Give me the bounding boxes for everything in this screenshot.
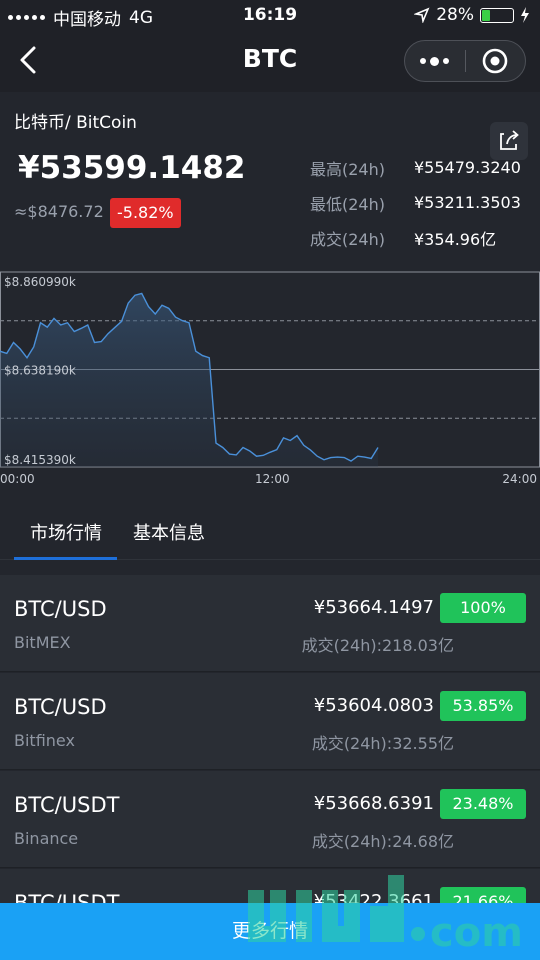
market-price: ¥53668.6391 [313, 793, 434, 814]
stat-label: 最低(24h) [310, 194, 385, 214]
stat-label: 成交(24h) [310, 229, 385, 249]
market-exchange: Binance [14, 829, 79, 848]
price-cny: ¥53599.1482 [18, 150, 246, 186]
stat-value: ¥53211.3503 [414, 193, 521, 212]
more-markets-button[interactable]: 更多行情 [0, 903, 540, 960]
tab-market[interactable]: 市场行情 [30, 519, 102, 545]
market-exchange: Bitfinex [14, 731, 75, 750]
stat-row: 最高(24h) ¥55479.3240 [310, 150, 535, 185]
change-badge: -5.82% [110, 198, 181, 228]
close-mini-program-button[interactable] [465, 47, 525, 75]
tab-basic-info[interactable]: 基本信息 [133, 519, 205, 545]
market-price: ¥53604.0803 [313, 695, 434, 716]
stat-value: ¥354.96亿 [414, 229, 497, 249]
stat-row: 成交(24h) ¥354.96亿 [310, 220, 535, 255]
x-tick-label: 00:00 [0, 472, 35, 486]
status-bar: 中国移动 4G 16:19 28% [0, 0, 540, 30]
x-axis-labels: 00:00 12:00 24:00 [0, 472, 540, 490]
market-row[interactable]: BTC/USD BitMEX ¥53664.1497 成交(24h):218.0… [0, 575, 540, 672]
price-area [0, 293, 378, 467]
mini-program-capsule [404, 40, 526, 82]
market-row[interactable]: BTC/USDT Binance ¥53668.6391 成交(24h):24.… [0, 771, 540, 868]
battery-icon [480, 7, 514, 23]
stat-label: 最高(24h) [310, 159, 385, 179]
stat-value: ¥55479.3240 [414, 158, 521, 177]
x-tick-label: 12:00 [255, 472, 290, 486]
tab-indicator [14, 557, 117, 560]
coin-name: 比特币/ BitCoin [14, 113, 137, 133]
price-usd: ≈$8476.72 [14, 202, 104, 221]
y-tick-label: $8.415390k [4, 453, 76, 467]
nav-bar: BTC [0, 30, 540, 92]
market-row[interactable]: BTC/USD Bitfinex ¥53604.0803 成交(24h):32.… [0, 673, 540, 770]
market-price: ¥53664.1497 [313, 597, 434, 618]
market-share-badge: 100% [440, 593, 526, 623]
y-tick-label: $8.860990k [4, 275, 76, 289]
market-exchange: BitMEX [14, 633, 71, 652]
market-volume: 成交(24h):24.68亿 [311, 832, 454, 851]
market-share-badge: 53.85% [440, 691, 526, 721]
market-volume: 成交(24h):32.55亿 [311, 734, 454, 753]
location-icon [414, 7, 430, 23]
market-pair: BTC/USD [14, 597, 107, 621]
market-pair: BTC/USDT [14, 793, 120, 817]
market-volume: 成交(24h):218.03亿 [301, 636, 454, 655]
price-chart-svg: $8.860990k $8.638190k $8.415390k [0, 271, 540, 468]
price-chart[interactable]: $8.860990k $8.638190k $8.415390k [0, 270, 540, 492]
charging-icon [521, 7, 529, 23]
stat-row: 最低(24h) ¥53211.3503 [310, 185, 535, 220]
market-pair: BTC/USD [14, 695, 107, 719]
target-icon [482, 48, 508, 74]
more-menu-button[interactable] [405, 56, 465, 66]
market-share-badge: 23.48% [440, 789, 526, 819]
battery-percent: 28% [436, 5, 474, 25]
tab-bar: 市场行情 基本信息 [0, 505, 540, 560]
stats-panel: 最高(24h) ¥55479.3240 最低(24h) ¥53211.3503 … [310, 150, 535, 255]
x-tick-label: 24:00 [502, 472, 537, 486]
y-tick-label: $8.638190k [4, 364, 76, 378]
